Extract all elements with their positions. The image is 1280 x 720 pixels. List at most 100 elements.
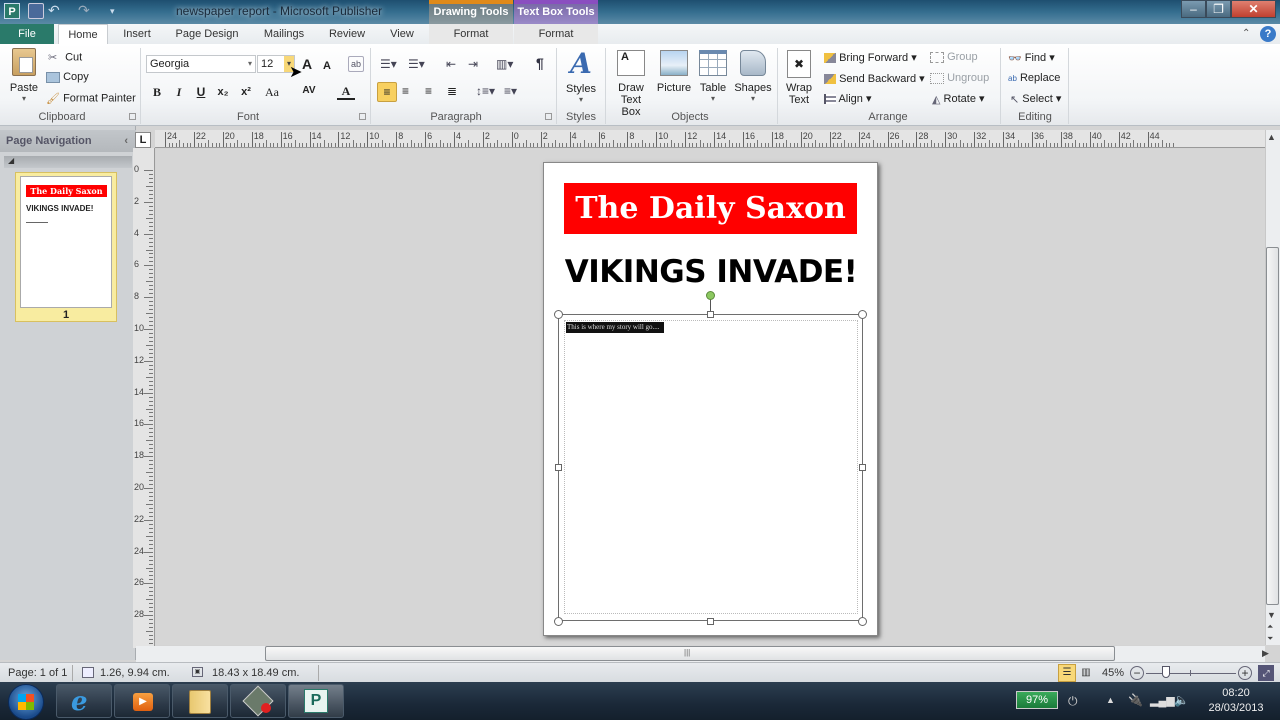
numbering-button[interactable]: ☰▾ — [408, 57, 425, 71]
publisher-icon[interactable]: P — [4, 3, 20, 19]
tab-home[interactable]: Home — [58, 24, 108, 44]
battery-indicator[interactable]: 97% — [1016, 691, 1058, 709]
font-name-combo[interactable]: Georgia ▾ — [146, 55, 256, 73]
group-button[interactable]: Group — [930, 51, 978, 63]
help-icon[interactable]: ? — [1260, 26, 1276, 42]
show-hidden-icons-button[interactable]: ▲ — [1106, 695, 1115, 705]
subscript-button[interactable]: x₂ — [214, 83, 232, 101]
wrap-text-button[interactable]: ✖ Wrap Text — [783, 48, 815, 106]
power-icon[interactable]: 🔌 — [1128, 693, 1143, 707]
draw-text-box-button[interactable]: A Draw Text Box — [610, 48, 652, 118]
resize-handle-bottom[interactable] — [707, 618, 714, 625]
send-backward-button[interactable]: Send Backward ▾ — [824, 72, 925, 85]
object-size[interactable]: 18.43 x 18.49 cm. — [212, 663, 299, 683]
bring-forward-button[interactable]: Bring Forward ▾ — [824, 51, 917, 64]
clock[interactable]: 08:20 28/03/2013 — [1196, 686, 1276, 716]
page-thumbnail-preview[interactable]: The Daily Saxon VIKINGS INVADE! — [20, 176, 112, 308]
object-position[interactable]: 1.26, 9.94 cm. — [100, 663, 170, 683]
masthead-text-box[interactable]: The Daily Saxon — [564, 183, 857, 234]
resize-handle-bottom-left[interactable] — [554, 617, 563, 626]
tab-drawing-format[interactable]: Format — [429, 24, 513, 44]
horizontal-scroll-thumb[interactable]: ||| — [265, 646, 1115, 661]
rotate-button[interactable]: ◭ Rotate ▾ — [932, 92, 985, 106]
nav-section-bar[interactable]: ◢ — [4, 156, 132, 168]
scroll-down-arrow[interactable]: ▼ — [1267, 610, 1276, 620]
shapes-button[interactable]: Shapes ▾ — [733, 48, 773, 103]
ruler-corner-button[interactable]: L — [135, 132, 151, 148]
format-painter-button[interactable]: 🖌 Format Painter — [46, 92, 136, 105]
signal-strength-icon[interactable]: ▂▄▆ — [1150, 694, 1175, 707]
styles-button[interactable]: A Styles ▾ — [562, 48, 600, 105]
maximize-button[interactable]: ❐ — [1206, 0, 1231, 18]
bold-button[interactable]: B — [148, 83, 166, 101]
justify-button[interactable]: ≣ — [447, 84, 457, 98]
zoom-slider-track[interactable] — [1146, 673, 1236, 674]
minimize-button[interactable]: – — [1181, 0, 1206, 18]
tab-page-design[interactable]: Page Design — [170, 24, 244, 44]
start-button[interactable] — [8, 684, 44, 720]
vertical-ruler[interactable]: 0 2 4 6 8 10 12 14 16 18 20 22 24 26 28 — [133, 148, 155, 648]
font-color-button[interactable]: A — [337, 82, 355, 100]
ungroup-button[interactable]: Ungroup — [930, 72, 989, 84]
resize-handle-top-left[interactable] — [554, 310, 563, 319]
paste-button[interactable]: Paste ▾ — [8, 48, 40, 106]
underline-button[interactable]: U — [192, 83, 210, 101]
increase-indent-button[interactable]: ⇥ — [468, 57, 478, 71]
vertical-scroll-thumb[interactable] — [1266, 247, 1279, 605]
tab-file[interactable]: File — [0, 24, 54, 44]
italic-button[interactable]: I — [170, 83, 188, 101]
tab-textbox-format[interactable]: Format — [514, 24, 598, 44]
picture-button[interactable]: Picture — [655, 48, 693, 94]
two-page-view-button[interactable]: ▥ — [1078, 664, 1094, 682]
show-marks-button[interactable]: ¶ — [536, 55, 544, 71]
change-case-button[interactable]: Aa — [260, 83, 284, 101]
columns-button[interactable]: ▥▾ — [496, 57, 513, 71]
cut-button[interactable]: ✂ Cut — [48, 51, 82, 64]
paragraph-spacing-button[interactable]: ≡▾ — [504, 84, 517, 98]
zoom-level[interactable]: 45% — [1102, 663, 1124, 683]
story-text-area[interactable] — [564, 320, 858, 614]
collapse-pane-icon[interactable]: ‹ — [124, 130, 128, 152]
line-spacing-button[interactable]: ↕≡▾ — [476, 84, 495, 98]
next-page-icon[interactable]: ⏷ — [1267, 634, 1273, 644]
bullets-button[interactable]: ☰▾ — [380, 57, 397, 71]
tab-view[interactable]: View — [380, 24, 424, 44]
resize-handle-bottom-right[interactable] — [858, 617, 867, 626]
taskbar-publisher[interactable]: P — [288, 684, 344, 718]
paragraph-launcher-icon[interactable] — [545, 113, 552, 120]
minimize-ribbon-icon[interactable]: ⌃ — [1242, 28, 1250, 39]
table-button[interactable]: Table ▾ — [695, 48, 731, 103]
volume-icon[interactable]: 🔈 — [1174, 693, 1189, 707]
scroll-right-arrow[interactable]: ▶ — [1262, 648, 1269, 659]
align-right-button[interactable]: ≡ — [425, 84, 432, 98]
undo-icon[interactable]: ↶ — [48, 3, 64, 19]
zoom-slider-thumb[interactable] — [1162, 666, 1170, 678]
rotate-handle[interactable] — [706, 291, 715, 300]
decrease-indent-button[interactable]: ⇤ — [446, 57, 456, 71]
tab-mailings[interactable]: Mailings — [254, 24, 314, 44]
align-center-button[interactable]: ≡ — [402, 84, 409, 98]
customize-qat-icon[interactable]: ▾ — [110, 3, 126, 19]
taskbar-media-player[interactable]: ▶ — [114, 684, 170, 718]
previous-page-icon[interactable]: ⏶ — [1267, 622, 1273, 632]
save-icon[interactable] — [28, 3, 44, 19]
align-button[interactable]: Align ▾ — [824, 92, 872, 105]
horizontal-ruler[interactable]: 24 22 20 18 16 14 12 10 8 6 4 2 0 2 4 6 8 10 12 14 16 18 20 22 2… — [155, 130, 1267, 148]
copy-button[interactable]: Copy — [46, 71, 89, 83]
taskbar-internet-explorer[interactable]: e — [56, 684, 112, 718]
single-page-view-button[interactable]: ☰ — [1058, 664, 1076, 682]
clipboard-launcher-icon[interactable] — [129, 113, 136, 120]
taskbar-app[interactable] — [230, 684, 286, 718]
character-spacing-button[interactable]: AV — [298, 82, 320, 100]
tab-insert[interactable]: Insert — [112, 24, 162, 44]
shrink-font-button[interactable]: A — [318, 57, 336, 75]
zoom-in-button[interactable]: + — [1238, 666, 1252, 680]
power-plug-icon[interactable]: ⏻ — [1068, 694, 1078, 709]
superscript-button[interactable]: x² — [237, 83, 255, 101]
find-button[interactable]: 👓 Find ▾ — [1008, 51, 1055, 65]
zoom-out-button[interactable]: − — [1130, 666, 1144, 680]
resize-handle-left[interactable] — [555, 464, 562, 471]
resize-handle-top[interactable] — [707, 311, 714, 318]
page-indicator[interactable]: Page: 1 of 1 — [8, 663, 67, 683]
close-button[interactable]: ✕ — [1231, 0, 1276, 18]
